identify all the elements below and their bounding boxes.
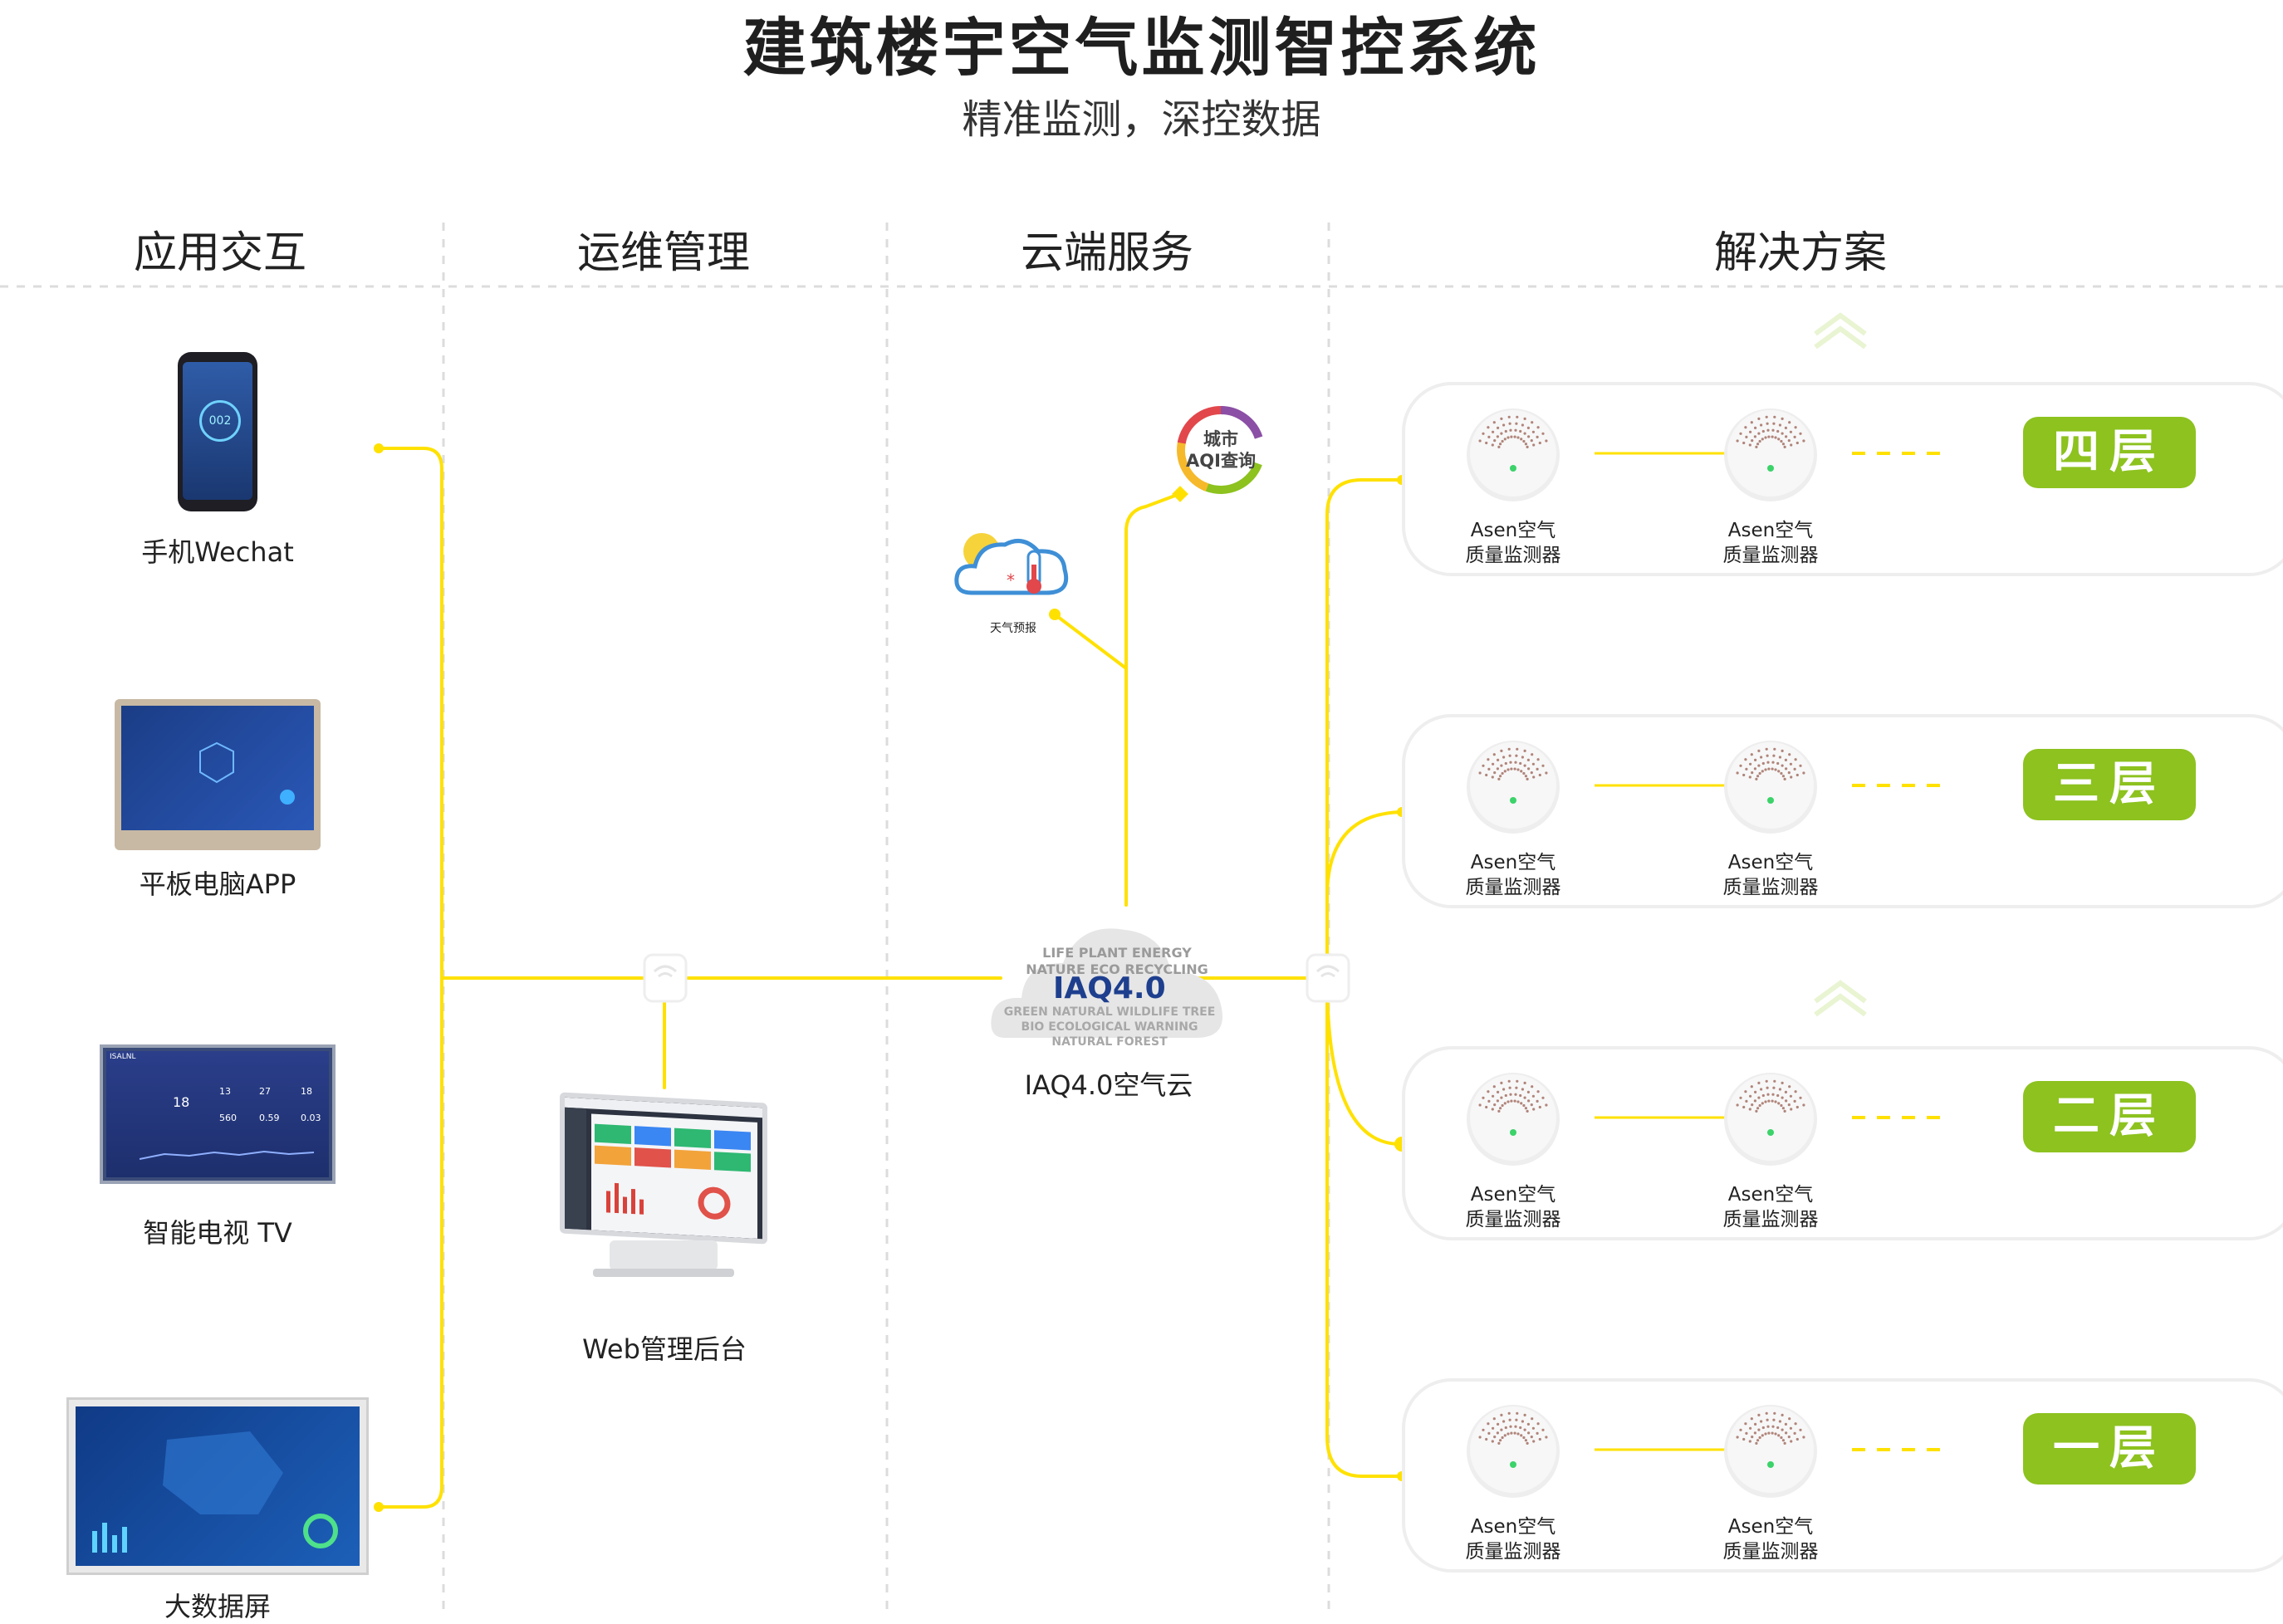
sensor-label-line-1: Asen空气 xyxy=(1470,1516,1556,1538)
label-smart-tv: 智能电视 TV xyxy=(143,1217,292,1249)
sensor-label-line-1: Asen空气 xyxy=(1470,852,1556,873)
aqi-line-1: 城市 xyxy=(1203,429,1238,449)
floor-badge: 一层 xyxy=(2023,1413,2196,1485)
cloud-word: ENERGY xyxy=(1131,945,1192,961)
sensor-label-line-2: 质量监测器 xyxy=(1465,1541,1561,1563)
sensor-label-line-1: Asen空气 xyxy=(1727,852,1814,873)
aqi-query: 城市 AQI查询 xyxy=(1174,404,1267,496)
label-tablet-app: 平板电脑APP xyxy=(139,868,296,900)
air-quality-sensor-icon xyxy=(1467,741,1560,834)
air-quality-sensor-icon xyxy=(1467,1073,1560,1166)
sensor-label: Asen空气 质量监测器 xyxy=(1679,518,1862,568)
sensor-label-line-2: 质量监测器 xyxy=(1722,1209,1819,1230)
tv-screen: ISALNL 18 13 27 18 560 0.59 0.03 xyxy=(106,1051,329,1177)
sensor-label-line-2: 质量监测器 xyxy=(1722,545,1819,566)
map-chart-icon xyxy=(92,1431,338,1553)
bigscreen-display xyxy=(76,1406,360,1566)
svg-text:*: * xyxy=(1007,570,1015,590)
tablet-screen xyxy=(121,706,314,830)
cloud-word: WILDLIFE xyxy=(1116,1005,1178,1019)
monitor-screen xyxy=(560,1092,767,1245)
tv-value-4: 18 xyxy=(301,1086,312,1097)
monitor-base xyxy=(593,1269,734,1277)
sensor-label-line-1: Asen空气 xyxy=(1470,1184,1556,1206)
cloud-logo: IAQ4.0 xyxy=(1053,971,1166,1005)
floor-badge: 二层 xyxy=(2023,1081,2196,1152)
weather-forecast: * xyxy=(947,518,1080,609)
sensor-label-line-2: 质量监测器 xyxy=(1465,545,1561,566)
sensor-label-line-1: Asen空气 xyxy=(1470,520,1556,541)
sensor-label: Asen空气 质量监测器 xyxy=(1679,1514,1862,1564)
label-iaq-cloud: IAQ4.0空气云 xyxy=(1024,1069,1193,1101)
bigscreen-device xyxy=(66,1397,369,1575)
sensor-label: Asen空气 质量监测器 xyxy=(1679,1182,1862,1232)
sensor-label: Asen空气 质量监测器 xyxy=(1422,850,1604,900)
hexagon-icon xyxy=(199,741,295,805)
cloud-word: PLANT xyxy=(1078,945,1128,961)
tv-value-7: 0.03 xyxy=(301,1113,321,1123)
monitor-stand xyxy=(610,1240,718,1270)
sensor-label-line-1: Asen空气 xyxy=(1727,1516,1814,1538)
weather-cloud-icon: * xyxy=(954,533,1069,595)
tv-value-3: 27 xyxy=(259,1086,271,1097)
cloud-word: BIO xyxy=(1021,1020,1045,1034)
sensor-label-line-1: Asen空气 xyxy=(1727,1184,1814,1206)
air-quality-sensor-icon xyxy=(1467,408,1560,501)
phone-screen: 002 xyxy=(183,362,252,500)
cloud-word: TREE xyxy=(1182,1005,1216,1019)
sensor-label: Asen空气 质量监测器 xyxy=(1679,850,1862,900)
cloud-word-art-bottom: GREEN NATURAL WILDLIFE TREE BIO ECOLOGIC… xyxy=(993,1005,1226,1049)
cloud-word: GREEN xyxy=(1003,1005,1048,1019)
sensor-label-line-2: 质量监测器 xyxy=(1722,1541,1819,1563)
sensor-label: Asen空气 质量监测器 xyxy=(1422,1514,1604,1564)
sensor-label: Asen空气 质量监测器 xyxy=(1422,518,1604,568)
air-quality-sensor-icon xyxy=(1467,1405,1560,1498)
air-quality-sensor-icon xyxy=(1724,741,1817,834)
floor-badge: 四层 xyxy=(2023,417,2196,488)
dashboard-tiles xyxy=(565,1097,762,1239)
label-weather-forecast: 天气预报 xyxy=(990,622,1036,635)
tv-value-6: 0.59 xyxy=(259,1113,280,1123)
web-admin-computer xyxy=(560,1092,767,1304)
air-quality-sensor-icon xyxy=(1724,1405,1817,1498)
label-phone-wechat: 手机Wechat xyxy=(141,536,294,568)
tv-device: ISALNL 18 13 27 18 560 0.59 0.03 xyxy=(100,1044,336,1184)
tv-trend-line xyxy=(140,1150,315,1160)
label-big-data-screen: 大数据屏 xyxy=(164,1591,271,1622)
phone-aqi-value: 002 xyxy=(199,400,241,442)
floor-badge: 三层 xyxy=(2023,749,2196,820)
aqi-line-2: AQI查询 xyxy=(1186,451,1256,471)
tablet-device xyxy=(115,699,321,850)
label-web-admin: Web管理后台 xyxy=(582,1333,747,1365)
tv-value-2: 13 xyxy=(219,1086,231,1097)
sensor-label-line-2: 质量监测器 xyxy=(1722,877,1819,898)
sensor-label-line-1: Asen空气 xyxy=(1727,520,1814,541)
cloud-word: NATURAL xyxy=(1051,1005,1113,1019)
sensor-label-line-2: 质量监测器 xyxy=(1465,877,1561,898)
air-quality-sensor-icon xyxy=(1724,1073,1817,1166)
tv-value-1: 18 xyxy=(173,1094,190,1110)
tv-value-5: 560 xyxy=(219,1113,237,1123)
sensor-label-line-2: 质量监测器 xyxy=(1465,1209,1561,1230)
tv-logo: ISALNL xyxy=(110,1053,136,1061)
iaq-cloud: LIFE PLANT ENERGY NATURE ECO RECYCLING I… xyxy=(988,913,1229,1049)
air-quality-sensor-icon xyxy=(1724,408,1817,501)
cloud-word: LIFE xyxy=(1042,945,1075,961)
sensor-label: Asen空气 质量监测器 xyxy=(1422,1182,1604,1232)
cloud-word: FOREST xyxy=(1116,1035,1168,1049)
phone-device: 002 xyxy=(178,352,257,511)
